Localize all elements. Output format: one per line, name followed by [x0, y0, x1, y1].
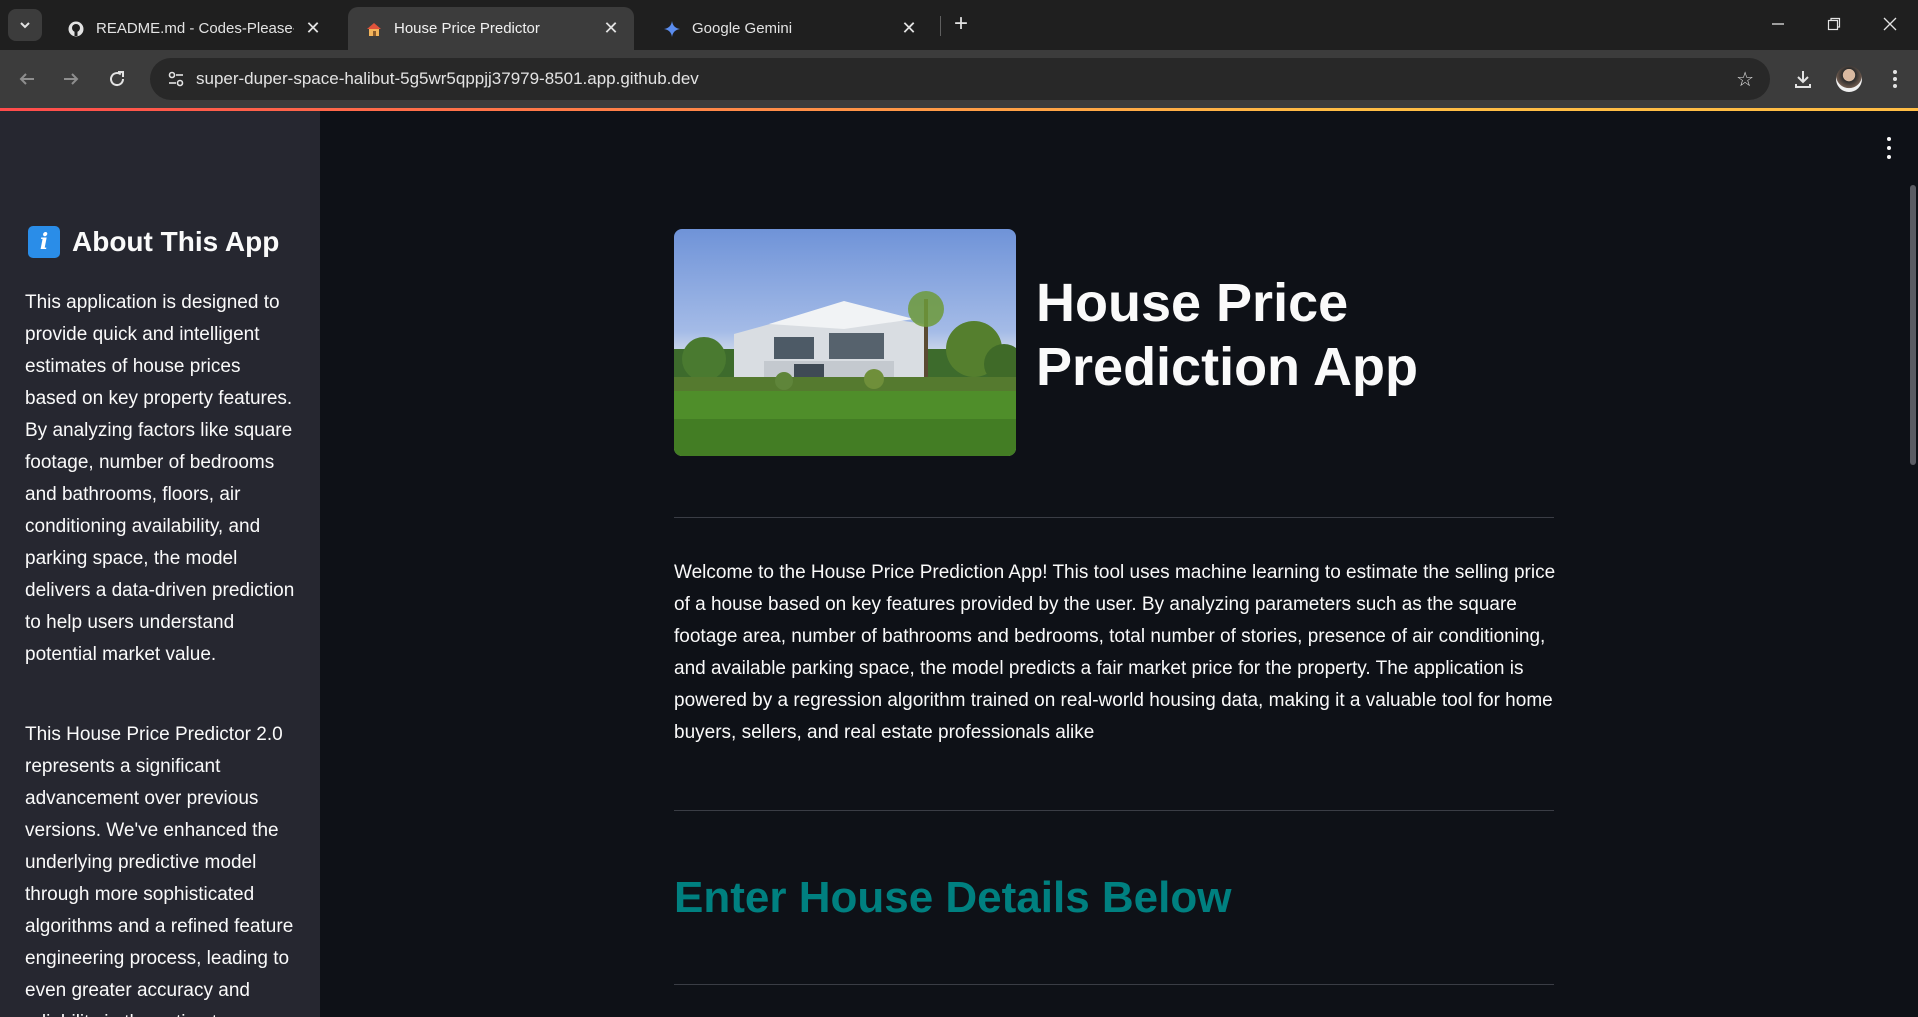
close-icon	[1883, 17, 1897, 31]
browser-toolbar: super-duper-space-halibut-5g5wr5qppjj379…	[0, 50, 1918, 108]
profile-avatar[interactable]	[1836, 66, 1862, 92]
address-bar[interactable]: super-duper-space-halibut-5g5wr5qppjj379…	[150, 58, 1770, 100]
minimize-icon	[1772, 23, 1784, 25]
page-title: House Price Prediction App	[1036, 273, 1419, 397]
bookmark-star-icon[interactable]: ☆	[1736, 67, 1754, 92]
back-button[interactable]	[12, 64, 42, 94]
sidebar-paragraph: This application is designed to provide …	[25, 292, 295, 665]
tab-separator	[940, 16, 941, 36]
restore-icon	[1827, 17, 1841, 31]
tab-search-button[interactable]	[8, 9, 42, 41]
reload-button[interactable]	[102, 64, 132, 94]
divider	[674, 984, 1554, 985]
sidebar-heading: i About This App	[28, 226, 279, 258]
sidebar-paragraph: This House Price Predictor 2.0 represent…	[25, 724, 294, 1017]
browser-menu-button[interactable]	[1880, 64, 1910, 94]
tab-house-price-predictor[interactable]: House Price Predictor ✕	[348, 7, 634, 50]
browser-tab-bar: README.md - Codes-Please- [C ✕ House Pri…	[0, 0, 1918, 50]
arrow-left-icon	[19, 73, 34, 85]
main-content: House Price Prediction App Welcome to th…	[320, 111, 1918, 1017]
forward-button[interactable]	[56, 64, 86, 94]
close-tab-icon[interactable]: ✕	[600, 18, 622, 40]
close-tab-icon[interactable]: ✕	[898, 18, 920, 40]
close-window-button[interactable]	[1870, 8, 1910, 40]
tab-readme[interactable]: README.md - Codes-Please- [C ✕	[50, 7, 336, 50]
gemini-icon	[664, 20, 680, 37]
chevron-down-icon	[20, 22, 30, 29]
scrollbar-thumb[interactable]	[1910, 185, 1916, 465]
app-menu-button[interactable]	[1880, 137, 1898, 159]
downloads-button[interactable]	[1788, 64, 1818, 94]
divider	[674, 517, 1554, 518]
tab-title: README.md - Codes-Please- [C	[96, 20, 294, 37]
sidebar-heading-text: About This App	[72, 226, 280, 257]
tab-google-gemini[interactable]: Google Gemini ✕	[646, 7, 932, 50]
sidebar: i About This App This application is des…	[0, 111, 320, 1017]
divider	[674, 810, 1554, 811]
info-icon: i	[28, 226, 60, 258]
arrow-right-icon	[64, 73, 79, 85]
restore-button[interactable]	[1814, 8, 1854, 40]
url-text[interactable]: super-duper-space-halibut-5g5wr5qppjj379…	[196, 69, 699, 89]
kebab-menu-icon	[1893, 70, 1897, 88]
tab-title: Google Gemini	[692, 20, 793, 37]
minimize-button[interactable]	[1758, 8, 1798, 40]
site-info-icon[interactable]	[156, 70, 196, 88]
section-heading: Enter House Details Below	[674, 873, 1232, 922]
close-tab-icon[interactable]: ✕	[302, 18, 324, 40]
tab-title: House Price Predictor	[394, 20, 540, 37]
house-icon	[366, 21, 382, 37]
house-image	[674, 229, 1016, 456]
new-tab-button[interactable]: +	[948, 12, 974, 38]
download-icon	[1795, 71, 1811, 88]
welcome-text: Welcome to the House Price Prediction Ap…	[674, 562, 1556, 743]
reload-icon	[110, 71, 125, 87]
github-icon	[68, 21, 84, 37]
